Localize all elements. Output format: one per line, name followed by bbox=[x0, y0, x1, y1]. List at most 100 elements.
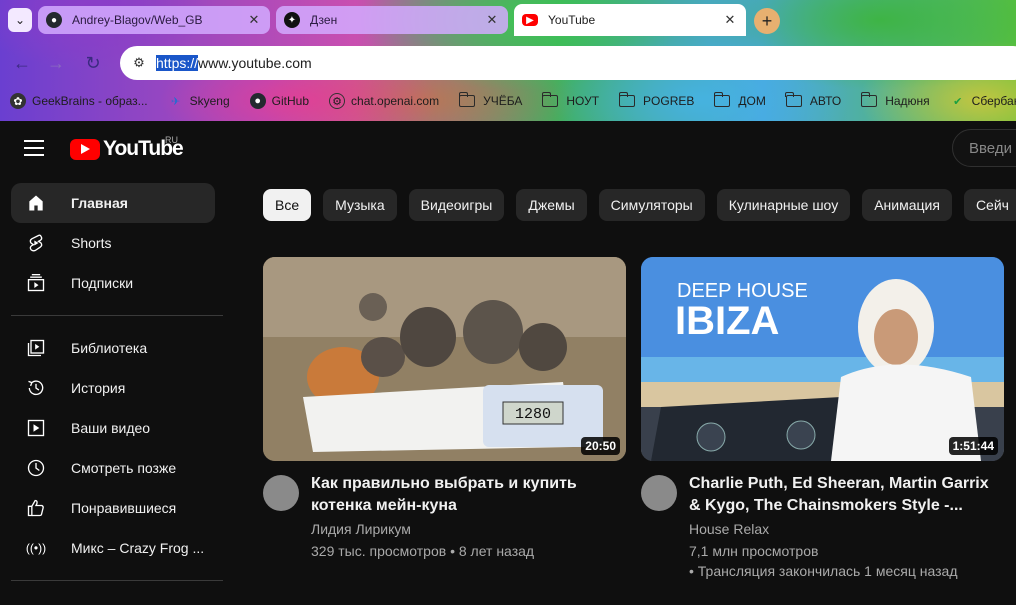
video-title[interactable]: Charlie Puth, Ed Sheeran, Martin Garrix … bbox=[689, 473, 1004, 517]
youtube-play-icon bbox=[70, 138, 100, 160]
search-placeholder: Введи bbox=[969, 139, 1012, 157]
bookmark-label: POGREB bbox=[643, 94, 695, 108]
menu-line bbox=[24, 154, 44, 156]
channel-avatar[interactable] bbox=[641, 475, 677, 511]
chip-jams[interactable]: Джемы bbox=[516, 189, 587, 221]
mix-icon: ((•)) bbox=[25, 541, 47, 555]
site-settings-icon[interactable]: ⚙ bbox=[128, 52, 150, 74]
chip-cooking-shows[interactable]: Кулинарные шоу bbox=[716, 189, 851, 221]
bookmark-skyeng[interactable]: ✈ Skyeng bbox=[168, 93, 230, 109]
close-icon[interactable]: ✕ bbox=[484, 12, 500, 28]
screen: ⌄ ● Andrey-Blagov/Web_GB ✕ ✦ Дзен ✕ ▶ Yo… bbox=[0, 0, 1016, 605]
library-icon bbox=[24, 336, 48, 360]
chip-all[interactable]: Все bbox=[263, 189, 312, 221]
sidebar-item-label: Микс – Crazy Frog ... bbox=[71, 540, 205, 556]
sidebar-item-shorts[interactable]: Shorts bbox=[11, 223, 215, 263]
bookmark-folder-dom[interactable]: ДОМ bbox=[713, 92, 766, 108]
tab-dzen[interactable]: ✦ Дзен ✕ bbox=[276, 6, 508, 34]
chip-simulators[interactable]: Симуляторы bbox=[598, 189, 705, 221]
video-card[interactable]: DEEP HOUSE IBIZA 1:51:44 Charlie Puth, E… bbox=[641, 257, 1004, 581]
url-text[interactable]: https://www.youtube.com bbox=[156, 55, 312, 71]
skyeng-icon: ✈ bbox=[171, 95, 181, 108]
sidebar-item-history[interactable]: История bbox=[11, 368, 215, 408]
bookmark-label: УЧЁБА bbox=[483, 94, 523, 108]
chip-now[interactable]: Сейч bbox=[963, 189, 1016, 221]
geekbrains-icon: ✿ bbox=[10, 93, 26, 109]
tab-label: Andrey-Blagov/Web_GB bbox=[72, 13, 203, 27]
shorts-icon bbox=[24, 231, 48, 255]
bookmark-folder-nout[interactable]: НОУТ bbox=[541, 92, 599, 108]
bookmark-geekbrains[interactable]: ✿ GeekBrains - образ... bbox=[10, 93, 148, 109]
bookmark-openai[interactable]: ⚙ chat.openai.com bbox=[329, 93, 439, 109]
navigation-bar: ← → ↻ ⚙ https://www.youtube.com bbox=[0, 40, 1016, 86]
sidebar-item-library[interactable]: Библиотека bbox=[11, 328, 215, 368]
new-tab-button[interactable]: + bbox=[754, 8, 780, 34]
sidebar-item-label: Библиотека bbox=[71, 340, 148, 356]
search-input[interactable]: Введи bbox=[952, 129, 1016, 167]
channel-avatar[interactable] bbox=[263, 475, 299, 511]
video-stream-ended: • Трансляция закончилась 1 месяц назад bbox=[689, 563, 958, 579]
close-icon[interactable]: ✕ bbox=[246, 12, 262, 28]
sidebar-item-label: Подписки bbox=[71, 275, 134, 291]
subscriptions-icon bbox=[24, 271, 48, 295]
bookmark-label: chat.openai.com bbox=[351, 94, 440, 108]
thumbnail-kittens-image: 1280 bbox=[263, 257, 626, 461]
bookmark-sber[interactable]: ✔ Сбербан bbox=[950, 93, 1016, 109]
channel-name[interactable]: Лидия Лирикум bbox=[311, 521, 626, 537]
channel-name[interactable]: House Relax bbox=[689, 521, 1004, 537]
sidebar-divider bbox=[11, 580, 223, 581]
thumbnail-ibiza-image: DEEP HOUSE IBIZA bbox=[641, 257, 1004, 461]
sidebar-item-subscriptions[interactable]: Подписки bbox=[11, 263, 215, 303]
bookmark-folder-ucheba[interactable]: УЧЁБА bbox=[458, 92, 523, 108]
tab-label: Дзен bbox=[310, 13, 338, 27]
bookmarks-bar: ✿ GeekBrains - образ... ✈ Skyeng ● GitHu… bbox=[0, 86, 1016, 116]
bookmark-github[interactable]: ● GitHub bbox=[249, 93, 309, 109]
video-views: 7,1 млн просмотров bbox=[689, 543, 819, 559]
tab-search-button[interactable]: ⌄ bbox=[8, 8, 32, 32]
video-stats: 329 тыс. просмотров • 8 лет назад bbox=[311, 543, 535, 559]
folder-icon bbox=[785, 92, 802, 107]
youtube-icon: ▶ bbox=[522, 14, 538, 26]
tab-strip: ⌄ ● Andrey-Blagov/Web_GB ✕ ✦ Дзен ✕ ▶ Yo… bbox=[0, 0, 1016, 40]
video-meta: Charlie Puth, Ed Sheeran, Martin Garrix … bbox=[641, 473, 1004, 581]
youtube-logo[interactable]: YouTube RU bbox=[70, 135, 184, 161]
sidebar-item-liked[interactable]: Понравившиеся bbox=[11, 488, 215, 528]
bookmark-label: GeekBrains - образ... bbox=[32, 94, 148, 108]
chip-music[interactable]: Музыка bbox=[323, 189, 397, 221]
back-button[interactable]: ← bbox=[8, 49, 36, 77]
url-selected: https:// bbox=[156, 55, 199, 71]
sidebar-item-your-videos[interactable]: Ваши видео bbox=[11, 408, 215, 448]
reload-button[interactable]: ↻ bbox=[79, 49, 107, 77]
sidebar-item-label: История bbox=[71, 380, 126, 396]
scale-reading: 1280 bbox=[515, 406, 551, 423]
sidebar-item-mix[interactable]: ((•)) Микс – Crazy Frog ... bbox=[11, 528, 215, 568]
video-duration: 20:50 bbox=[581, 437, 620, 455]
video-card[interactable]: 1280 20:50 Как правильно выбрать и купит… bbox=[263, 257, 626, 561]
bookmark-folder-avto[interactable]: АВТО bbox=[785, 92, 841, 108]
bookmark-label: Надюня bbox=[885, 94, 930, 108]
github-icon: ● bbox=[249, 93, 266, 109]
sidebar-item-label: Понравившиеся bbox=[71, 500, 177, 516]
sidebar-item-home[interactable]: Главная bbox=[11, 183, 215, 223]
forward-button[interactable]: → bbox=[42, 49, 70, 77]
video-thumbnail[interactable]: DEEP HOUSE IBIZA 1:51:44 bbox=[641, 257, 1004, 461]
bookmark-folder-nadyunya[interactable]: Надюня bbox=[860, 92, 930, 108]
plus-icon: + bbox=[761, 10, 773, 31]
sidebar-item-watch-later[interactable]: Смотреть позже bbox=[11, 448, 215, 488]
tab-github[interactable]: ● Andrey-Blagov/Web_GB ✕ bbox=[38, 6, 270, 34]
video-thumbnail[interactable]: 1280 20:50 bbox=[263, 257, 626, 461]
address-bar[interactable]: ⚙ https://www.youtube.com bbox=[120, 46, 1016, 80]
chip-videogames[interactable]: Видеоигры bbox=[408, 189, 505, 221]
menu-button[interactable] bbox=[24, 140, 44, 156]
history-icon bbox=[24, 376, 48, 400]
tab-youtube[interactable]: ▶ YouTube ✕ bbox=[514, 4, 746, 36]
bookmark-label: Сбербан bbox=[971, 94, 1016, 108]
chip-animation[interactable]: Анимация bbox=[862, 189, 952, 221]
tab-label: YouTube bbox=[548, 13, 596, 27]
bookmark-folder-pogreb[interactable]: POGREB bbox=[618, 92, 695, 108]
folder-icon bbox=[618, 92, 636, 107]
video-title[interactable]: Как правильно выбрать и купить котенка м… bbox=[311, 473, 626, 517]
sidebar-divider bbox=[11, 315, 223, 316]
home-icon bbox=[24, 191, 48, 215]
close-icon[interactable]: ✕ bbox=[722, 12, 738, 28]
